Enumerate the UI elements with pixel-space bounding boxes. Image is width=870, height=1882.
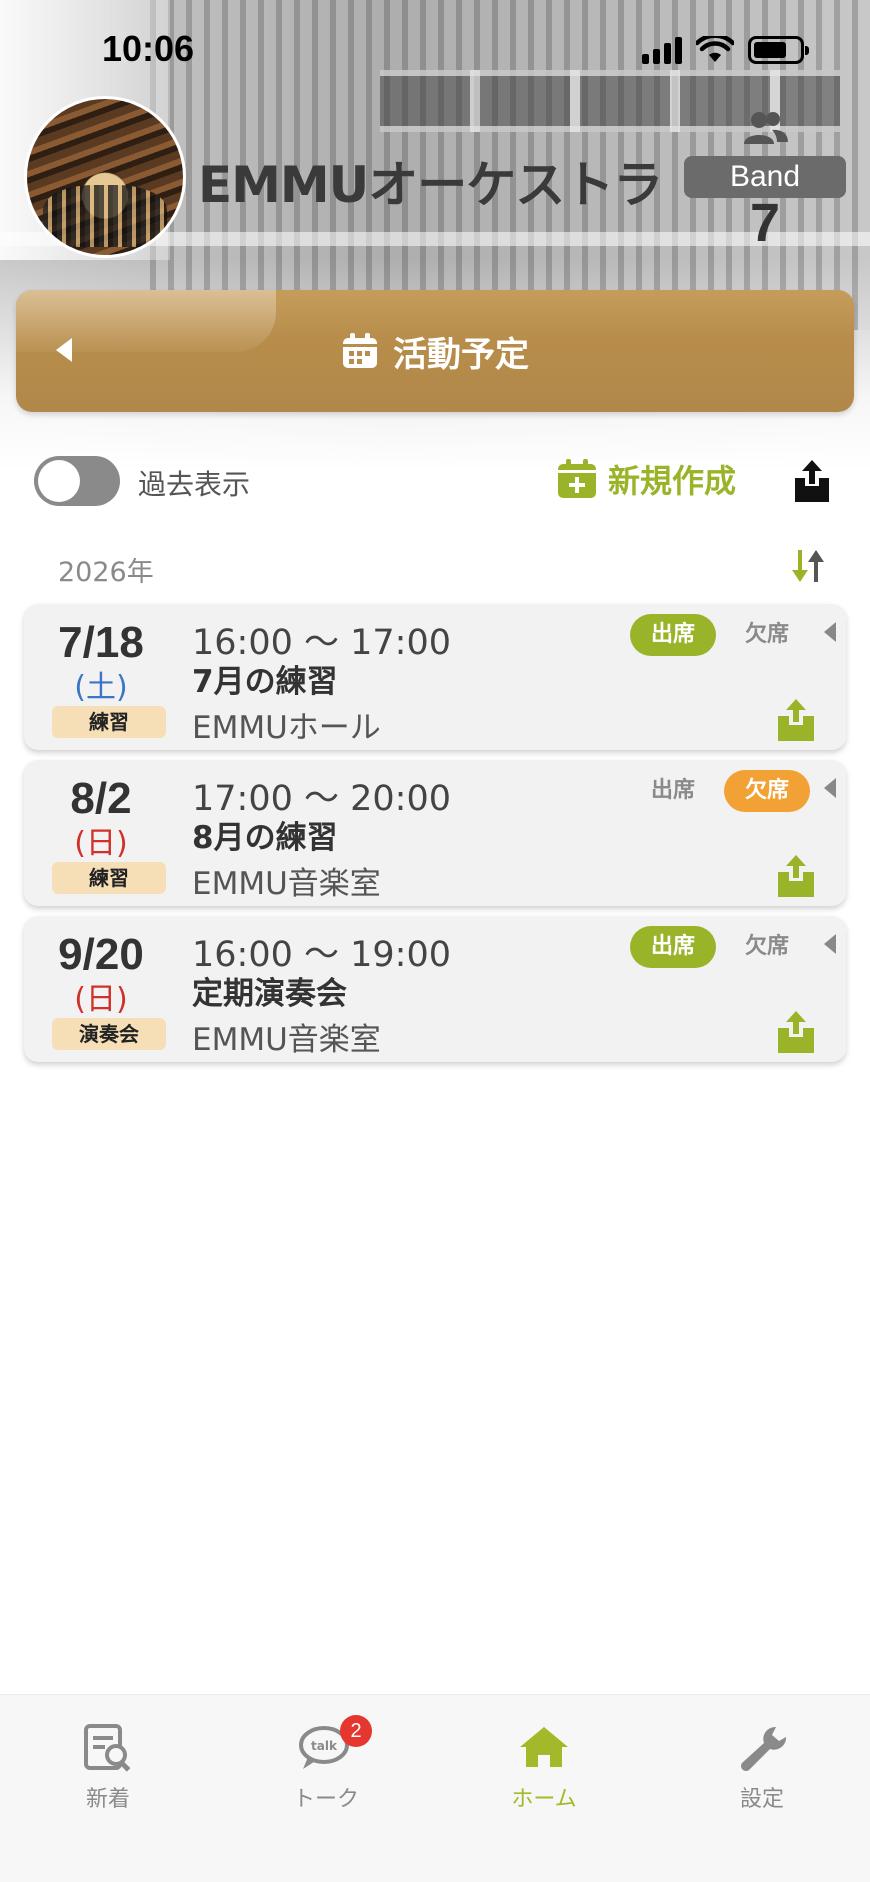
wrench-icon xyxy=(734,1723,790,1773)
event-date: 9/20 xyxy=(58,930,144,979)
past-display-toggle[interactable] xyxy=(34,456,120,506)
calendar-icon xyxy=(343,333,377,368)
absent-button[interactable]: 欠席 xyxy=(724,926,810,968)
talk-bubble-icon: talk 2 xyxy=(298,1715,372,1773)
banner-title-group: 活動予定 xyxy=(16,290,854,412)
event-place: EMMU音楽室 xyxy=(192,866,381,902)
attend-button[interactable]: 出席 xyxy=(630,614,716,656)
expand-chevron-icon[interactable] xyxy=(824,622,836,642)
expand-chevron-icon[interactable] xyxy=(824,778,836,798)
banner-title: 活動予定 xyxy=(393,334,529,375)
tab-talk-label: トーク xyxy=(292,1787,359,1812)
calendar-add-icon xyxy=(558,459,596,498)
share-icon[interactable] xyxy=(776,1010,816,1054)
bottom-tab-bar: 新着 talk 2 トーク ホーム 設定 xyxy=(0,1694,870,1882)
event-card[interactable]: 9/20 (日) 演奏会 16:00 〜 19:00 定期演奏会 EMMU音楽室… xyxy=(24,916,846,1062)
attend-button[interactable]: 出席 xyxy=(630,770,716,812)
home-icon xyxy=(516,1723,572,1773)
event-card[interactable]: 7/18 (土) 練習 16:00 〜 17:00 7月の練習 EMMUホール … xyxy=(24,604,846,750)
wifi-icon xyxy=(696,36,734,62)
status-icons xyxy=(642,36,809,64)
tab-news[interactable]: 新着 xyxy=(38,1723,178,1813)
year-label: 2026年 xyxy=(58,557,154,588)
event-category-tag: 練習 xyxy=(52,862,166,894)
past-display-label: 過去表示 xyxy=(138,468,251,501)
event-place: EMMU音楽室 xyxy=(192,1022,381,1058)
event-category-tag: 演奏会 xyxy=(52,1018,166,1050)
tab-talk[interactable]: talk 2 トーク xyxy=(256,1715,396,1813)
status-time: 10:06 xyxy=(102,28,195,69)
tab-home[interactable]: ホーム xyxy=(474,1723,614,1813)
event-card[interactable]: 8/2 (日) 練習 17:00 〜 20:00 8月の練習 EMMU音楽室 出… xyxy=(24,760,846,906)
absent-button[interactable]: 欠席 xyxy=(724,614,810,656)
event-weekday: (日) xyxy=(74,826,128,861)
event-place: EMMUホール xyxy=(192,710,381,746)
create-new-label: 新規作成 xyxy=(608,462,737,500)
event-title: 7月の練習 xyxy=(192,664,338,700)
event-date: 8/2 xyxy=(70,774,132,823)
news-search-icon xyxy=(80,1723,136,1773)
band-avatar[interactable] xyxy=(24,96,186,258)
event-weekday: (土) xyxy=(74,670,128,705)
tab-settings-label: 設定 xyxy=(739,1787,784,1812)
event-title: 定期演奏会 xyxy=(192,976,347,1012)
svg-text:talk: talk xyxy=(311,1739,338,1753)
sort-icon[interactable] xyxy=(790,548,826,584)
cellular-signal-icon xyxy=(642,36,682,64)
attend-button[interactable]: 出席 xyxy=(630,926,716,968)
status-bar: 10:06 xyxy=(0,0,870,100)
schedule-banner: 活動予定 xyxy=(16,290,854,412)
create-new-button[interactable]: 新規作成 xyxy=(556,456,736,502)
tab-settings[interactable]: 設定 xyxy=(692,1723,832,1813)
event-weekday: (日) xyxy=(74,982,128,1017)
member-count: 7 xyxy=(749,193,781,253)
share-icon[interactable] xyxy=(792,458,832,504)
event-date: 7/18 xyxy=(58,618,144,667)
talk-unread-badge: 2 xyxy=(340,1715,372,1747)
absent-button[interactable]: 欠席 xyxy=(724,770,810,812)
tab-home-label: ホーム xyxy=(511,1787,577,1812)
event-category-tag: 練習 xyxy=(52,706,166,738)
tab-news-label: 新着 xyxy=(85,1787,130,1812)
event-title: 8月の練習 xyxy=(192,820,338,856)
band-name: EMMUオーケストラ xyxy=(198,156,663,214)
share-icon[interactable] xyxy=(776,698,816,742)
expand-chevron-icon[interactable] xyxy=(824,934,836,954)
battery-icon xyxy=(748,36,809,64)
share-icon[interactable] xyxy=(776,854,816,898)
members-icon xyxy=(744,112,788,144)
